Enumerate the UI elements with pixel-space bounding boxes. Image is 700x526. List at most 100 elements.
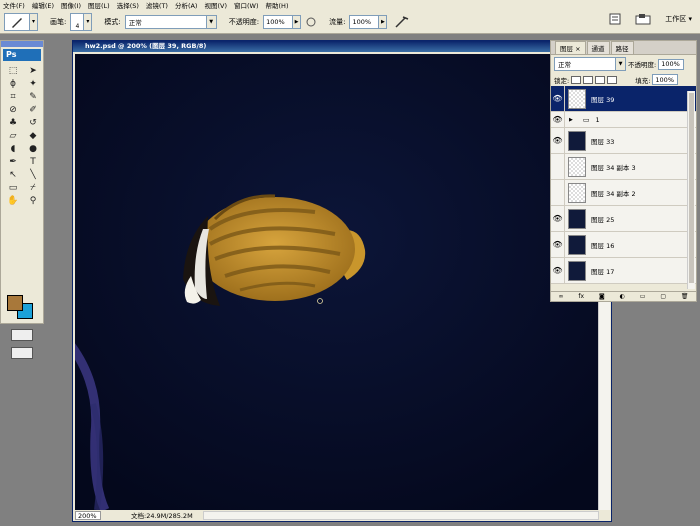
visibility-eye-icon[interactable]: 👁 [551, 111, 565, 128]
menu-item[interactable]: 视图(V) [204, 0, 227, 10]
tool-preset-picker[interactable] [4, 12, 30, 31]
tool-preset-dropdown[interactable]: ▾ [30, 12, 38, 31]
type-icon[interactable]: T [24, 156, 42, 168]
magic-wand-icon[interactable]: ✦ [24, 78, 42, 90]
layer-row[interactable]: 👁 图层 33 [551, 127, 696, 154]
bridge-icon[interactable] [635, 13, 651, 25]
crop-icon[interactable]: ⌗ [4, 91, 22, 103]
visibility-eye-icon[interactable]: 👁 [551, 85, 565, 112]
canvas-artwork [75, 54, 599, 510]
status-bar: 200% 文档:24.9M/285.2M [75, 510, 599, 520]
path-selection-icon[interactable]: ↖ [4, 169, 22, 181]
canvas[interactable] [75, 54, 599, 510]
screen-mode-button[interactable] [11, 347, 33, 359]
panel-tab[interactable]: 图层 × [555, 41, 586, 54]
delete-layer-icon[interactable]: 🗑 [681, 293, 689, 300]
brush-tool-icon[interactable]: ✐ [24, 104, 42, 116]
pen-icon[interactable]: ✒ [4, 156, 22, 168]
flow-dropdown[interactable]: ▶ [379, 14, 388, 29]
link-layers-icon[interactable]: ∞ [558, 293, 563, 300]
new-layer-icon[interactable]: ▢ [660, 293, 666, 300]
brush-picker[interactable]: 4 [70, 12, 85, 31]
expand-arrow-icon[interactable]: ▶ [569, 117, 573, 123]
chevron-down-icon: ▼ [615, 58, 625, 70]
visibility-eye-icon[interactable] [551, 179, 565, 206]
layer-opacity-label: 不透明度: [628, 61, 657, 69]
foreground-color-swatch[interactable] [7, 295, 23, 311]
line-icon[interactable]: ╲ [24, 169, 42, 181]
lock-pixels-icon[interactable] [583, 75, 594, 84]
brush-dropdown[interactable]: ▾ [84, 12, 93, 31]
notes-icon[interactable]: ▭ [4, 182, 22, 194]
layer-row[interactable]: 👁 图层 17 [551, 257, 696, 284]
menu-item[interactable]: 窗口(W) [234, 0, 259, 10]
new-group-icon[interactable]: ▭ [640, 293, 646, 300]
move-icon[interactable]: ➤ [24, 65, 42, 77]
visibility-eye-icon[interactable] [551, 153, 565, 180]
layers-scrollbar[interactable] [687, 91, 695, 289]
panel-tab[interactable]: 路径 [610, 41, 634, 54]
lasso-icon[interactable]: ϕ [4, 78, 22, 90]
lock-transparency-icon[interactable] [571, 75, 582, 84]
horizontal-scrollbar[interactable] [202, 510, 599, 520]
layer-row[interactable]: 👁 ▶ ▭ 1 [551, 111, 696, 128]
menu-item[interactable]: 图层(L) [88, 0, 110, 10]
menu-item[interactable]: 编辑(E) [32, 0, 54, 10]
layer-row[interactable]: 👁 图层 25 [551, 205, 696, 232]
healing-brush-icon[interactable]: ⊘ [4, 104, 22, 116]
paint-bucket-icon[interactable]: ◆ [24, 130, 42, 142]
marquee-icon[interactable]: ⬚ [4, 65, 22, 77]
layer-thumbnail [568, 260, 586, 281]
menu-item[interactable]: 分析(A) [175, 0, 198, 10]
layer-name: 图层 34 副本 2 [591, 189, 636, 198]
toolbox: Ps ⬚ ➤ ϕ ✦ ⌗ ✎ ⊘ ✐ ♣ ↺ ▱ ◆ ◖ ● ✒ T ↖ ╲ ▭… [0, 40, 44, 359]
layer-mask-icon[interactable]: ◙ [599, 293, 605, 300]
pressure-opacity-icon[interactable] [305, 15, 317, 29]
lock-all-icon[interactable] [607, 75, 618, 84]
document-title[interactable]: hw2.psd @ 200% (图层 39, RGB/8) [73, 41, 611, 52]
blend-mode-select[interactable]: 正常 ▼ [554, 57, 626, 71]
panel-tab[interactable]: 通道 [586, 41, 610, 54]
slice-icon[interactable]: ✎ [24, 91, 42, 103]
clone-stamp-icon[interactable]: ♣ [4, 117, 22, 129]
menu-item[interactable]: 文件(F) [3, 0, 25, 10]
visibility-eye-icon[interactable]: 👁 [551, 205, 565, 232]
flow-input[interactable]: 100% [349, 14, 380, 29]
layer-thumbnail [568, 88, 586, 109]
mode-select[interactable]: 正常 ▼ [124, 14, 217, 29]
zoom-icon[interactable]: ⚲ [24, 195, 42, 207]
layer-row[interactable]: 图层 34 副本 2 [551, 179, 696, 206]
zoom-field[interactable]: 200% [75, 510, 101, 520]
eyedropper-icon[interactable]: ⌿ [24, 182, 42, 194]
menu-item[interactable]: 图像(I) [61, 0, 81, 10]
menu-item[interactable]: 帮助(H) [266, 0, 289, 10]
visibility-eye-icon[interactable]: 👁 [551, 231, 565, 258]
history-brush-icon[interactable]: ↺ [24, 117, 42, 129]
hand-icon[interactable]: ✋ [4, 195, 22, 207]
layer-opacity-input[interactable]: 100% [658, 58, 685, 70]
menu-item[interactable]: 滤镜(T) [146, 0, 168, 10]
opacity-dropdown[interactable]: ▶ [293, 14, 302, 29]
fill-input[interactable]: 100% [652, 74, 679, 85]
lock-position-icon[interactable] [595, 75, 606, 84]
eraser-icon[interactable]: ▱ [4, 130, 22, 142]
quick-mask-button[interactable] [11, 329, 33, 341]
blend-mode-value: 正常 [558, 61, 571, 69]
layer-style-icon[interactable]: fx [578, 293, 584, 300]
menu-item[interactable]: 选择(S) [117, 0, 139, 10]
visibility-eye-icon[interactable]: 👁 [551, 257, 565, 284]
airbrush-icon[interactable] [393, 15, 411, 29]
layer-row[interactable]: 图层 34 副本 3 [551, 153, 696, 180]
layer-row[interactable]: 👁 图层 16 [551, 231, 696, 258]
adjustment-layer-icon[interactable]: ◐ [620, 293, 625, 300]
toolbox-grip[interactable] [1, 41, 43, 47]
dodge-icon[interactable]: ● [24, 143, 42, 155]
palette-well-icon[interactable] [609, 13, 621, 25]
blur-icon[interactable]: ◖ [4, 143, 22, 155]
opacity-input[interactable]: 100% [263, 14, 294, 29]
doc-size-info[interactable]: 文档:24.9M/285.2M [131, 510, 193, 520]
layer-row[interactable]: 👁 图层 39 [551, 85, 696, 112]
visibility-eye-icon[interactable]: 👁 [551, 127, 565, 154]
workspace-menu[interactable]: 工作区 ▾ [665, 14, 692, 24]
ps-logo[interactable]: Ps [3, 49, 41, 61]
